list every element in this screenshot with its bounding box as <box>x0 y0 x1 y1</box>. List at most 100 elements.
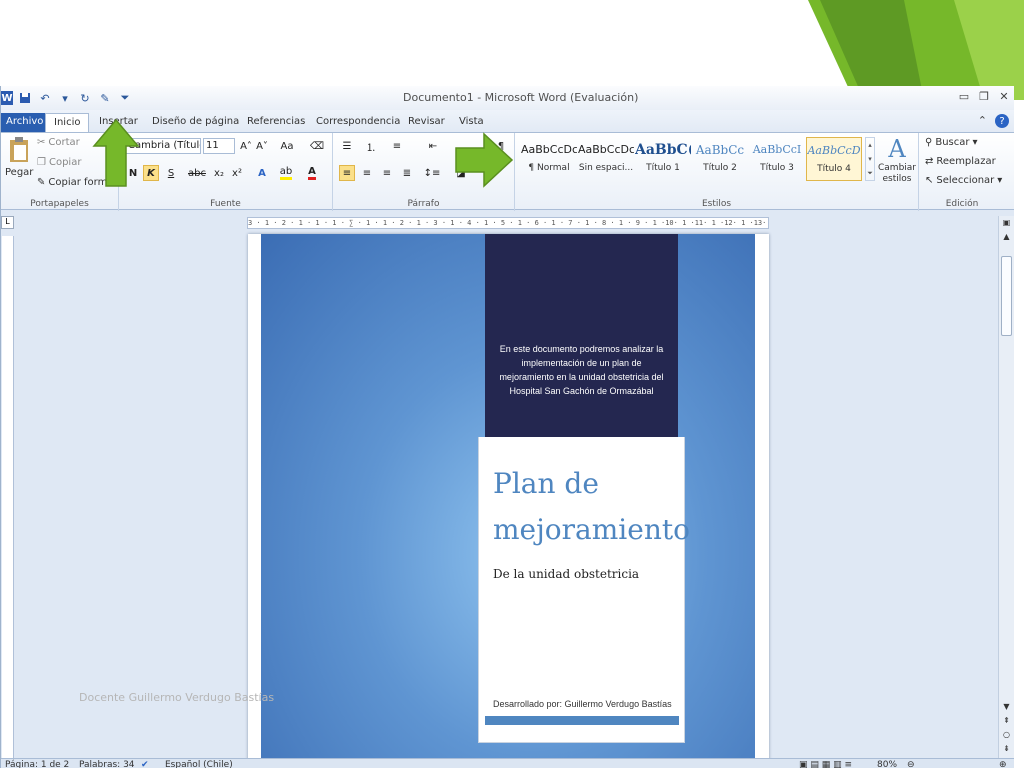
zoom-out-icon[interactable]: ⊖ <box>907 760 915 768</box>
minimize-icon[interactable]: ▭ <box>957 89 971 103</box>
status-language[interactable]: Español (Chile) <box>165 760 233 768</box>
status-words[interactable]: Palabras: 34 <box>79 760 135 768</box>
scroll-up-icon[interactable]: ▲ <box>1001 232 1012 244</box>
line-spacing-icon[interactable]: ↕≡ <box>423 165 441 181</box>
slide-corner-decoration <box>808 0 1024 100</box>
justify-icon[interactable]: ≣ <box>399 165 415 181</box>
font-color-icon[interactable]: A <box>303 165 321 181</box>
style-titulo-3[interactable]: AaBbCcI Título 3 <box>749 137 805 181</box>
tab-bar-right: ⌃ ? <box>978 114 1009 128</box>
save-icon[interactable] <box>17 90 33 106</box>
ruler-toggle-icon[interactable]: L <box>1 216 14 229</box>
edit-icon[interactable]: ✎ <box>97 90 113 106</box>
bullets-icon[interactable]: ☰ <box>339 138 355 154</box>
close-icon[interactable]: ✕ <box>997 89 1011 103</box>
shrink-font-icon[interactable]: A˅ <box>255 138 269 154</box>
font-size-box[interactable]: 11 <box>203 138 235 154</box>
align-center-icon[interactable]: ≡ <box>359 165 375 181</box>
find-button[interactable]: ⚲ Buscar ▾ <box>925 137 978 148</box>
numbering-icon[interactable]: ⒈ <box>363 138 379 154</box>
minimize-ribbon-icon[interactable]: ⌃ <box>978 114 987 128</box>
clear-format-icon[interactable]: ⌫ <box>309 138 325 154</box>
tab-correspondencia[interactable]: Correspondencia <box>308 113 408 132</box>
tab-diseno-de-pagina[interactable]: Diseño de página <box>144 113 247 132</box>
decrease-indent-icon[interactable]: ⇤ <box>425 138 441 154</box>
style-preview: AaBbCcDc <box>521 143 577 156</box>
group-label-edicion: Edición <box>945 199 979 209</box>
replace-label: Reemplazar <box>936 156 996 167</box>
word-window: W ↶ ▾ ↻ ✎ ⏷ Documento1 - Microsoft Word … <box>0 86 1014 768</box>
align-right-icon[interactable]: ≡ <box>379 165 395 181</box>
cover-abstract[interactable]: En este documento podremos analizar la i… <box>485 234 678 437</box>
underline-button[interactable]: S <box>163 165 179 181</box>
style-normal[interactable]: AaBbCcDc ¶ Normal <box>521 137 577 181</box>
up-arrow-icon <box>92 118 140 187</box>
zoom-in-icon[interactable]: ⊕ <box>999 760 1007 768</box>
view-buttons-icon[interactable]: ▣ ▤ ▦ ▥ ≡ <box>799 760 852 768</box>
style-titulo-4[interactable]: AaBbCcD Título 4 <box>806 137 862 181</box>
ruler-view-icon[interactable]: ▣ <box>1001 218 1012 230</box>
paste-button[interactable]: Pegar <box>5 137 33 183</box>
strikethrough-button[interactable]: abc <box>187 165 207 181</box>
tab-vista[interactable]: Vista <box>451 113 492 132</box>
scroll-down-icon[interactable]: ▼ <box>1001 702 1012 714</box>
tab-inicio[interactable]: Inicio <box>45 113 90 132</box>
align-left-icon[interactable]: ≡ <box>339 165 355 181</box>
browse-object-icon[interactable]: ○ <box>1001 730 1012 742</box>
vertical-ruler <box>2 236 14 766</box>
change-styles-button[interactable]: A Cambiar estilos <box>877 135 917 185</box>
scroll-thumb[interactable] <box>1001 256 1012 336</box>
highlight-icon[interactable]: ab <box>277 165 295 181</box>
cursor-icon: ↖ <box>925 175 934 186</box>
find-label: Buscar <box>935 137 970 148</box>
status-page[interactable]: Página: 1 de 2 <box>5 760 69 768</box>
zoom-slider[interactable] <box>923 760 997 768</box>
vertical-scrollbar[interactable]: ▣ ▲ ▼ ⇞ ○ ⇟ <box>998 216 1014 764</box>
cut-button[interactable]: ✂ Cortar <box>37 137 80 148</box>
grow-font-icon[interactable]: A˄ <box>239 138 253 154</box>
undo-icon[interactable]: ↶ <box>37 90 53 106</box>
redo-icon[interactable]: ↻ <box>77 90 93 106</box>
document-page[interactable]: En este documento podremos analizar la i… <box>248 234 769 768</box>
style-name: Título 1 <box>646 163 680 173</box>
change-case-button[interactable]: Aa <box>277 138 297 154</box>
copy-button[interactable]: ❐ Copiar <box>37 157 81 168</box>
word-logo-icon[interactable]: W <box>1 91 13 105</box>
previous-page-icon[interactable]: ⇞ <box>1001 716 1012 728</box>
subscript-button[interactable]: x₂ <box>211 165 227 181</box>
document-title[interactable]: Plan de mejoramiento <box>493 461 690 553</box>
customize-toolbar-icon[interactable]: ⏷ <box>117 90 133 106</box>
proofing-icon[interactable]: ✔ <box>141 760 149 768</box>
group-fuente: Cambria (Títulos 11 A˄ A˅ Aa ⌫ N K S abc… <box>119 133 333 211</box>
group-label-fuente: Fuente <box>210 199 241 209</box>
undo-dropdown-icon[interactable]: ▾ <box>57 90 73 106</box>
style-titulo-1[interactable]: AaBbC( Título 1 <box>635 137 691 181</box>
style-sin-espaciado[interactable]: AaBbCcDc Sin espaci... <box>578 137 634 181</box>
tab-revisar[interactable]: Revisar <box>400 113 453 132</box>
multilevel-list-icon[interactable]: ≡ <box>389 138 405 154</box>
styles-scroll-icon[interactable]: ▴ ▾ ⏷ <box>865 137 875 181</box>
replace-button[interactable]: ⇄ Reemplazar <box>925 156 996 167</box>
select-button[interactable]: ↖ Seleccionar ▾ <box>925 175 1002 186</box>
style-preview: AaBbCcI <box>752 143 802 156</box>
tab-archivo[interactable]: Archivo <box>1 113 49 132</box>
scissors-icon: ✂ <box>37 137 46 148</box>
restore-icon[interactable]: ❐ <box>977 89 991 103</box>
next-page-icon[interactable]: ⇟ <box>1001 744 1012 756</box>
change-styles-icon: A <box>888 135 906 163</box>
style-titulo-2[interactable]: AaBbCc Título 2 <box>692 137 748 181</box>
style-name: Título 4 <box>817 164 851 174</box>
status-zoom[interactable]: 80% <box>877 760 897 768</box>
text-effects-icon[interactable]: A <box>253 165 271 181</box>
help-icon[interactable]: ? <box>995 114 1009 128</box>
superscript-button[interactable]: x² <box>229 165 245 181</box>
tab-referencias[interactable]: Referencias <box>239 113 313 132</box>
presentation-slide: W ↶ ▾ ↻ ✎ ⏷ Documento1 - Microsoft Word … <box>0 0 1024 768</box>
quick-access-toolbar: W ↶ ▾ ↻ ✎ ⏷ <box>1 89 133 107</box>
document-subtitle[interactable]: De la unidad obstetricia <box>493 567 639 581</box>
group-label-portapapeles: Portapapeles <box>30 199 89 209</box>
style-preview: AaBbCcD <box>807 144 861 157</box>
document-author[interactable]: Desarrollado por: Guillermo Verdugo Bast… <box>493 699 672 709</box>
style-preview: AaBbCc <box>695 143 745 157</box>
italic-button[interactable]: K <box>143 165 159 181</box>
